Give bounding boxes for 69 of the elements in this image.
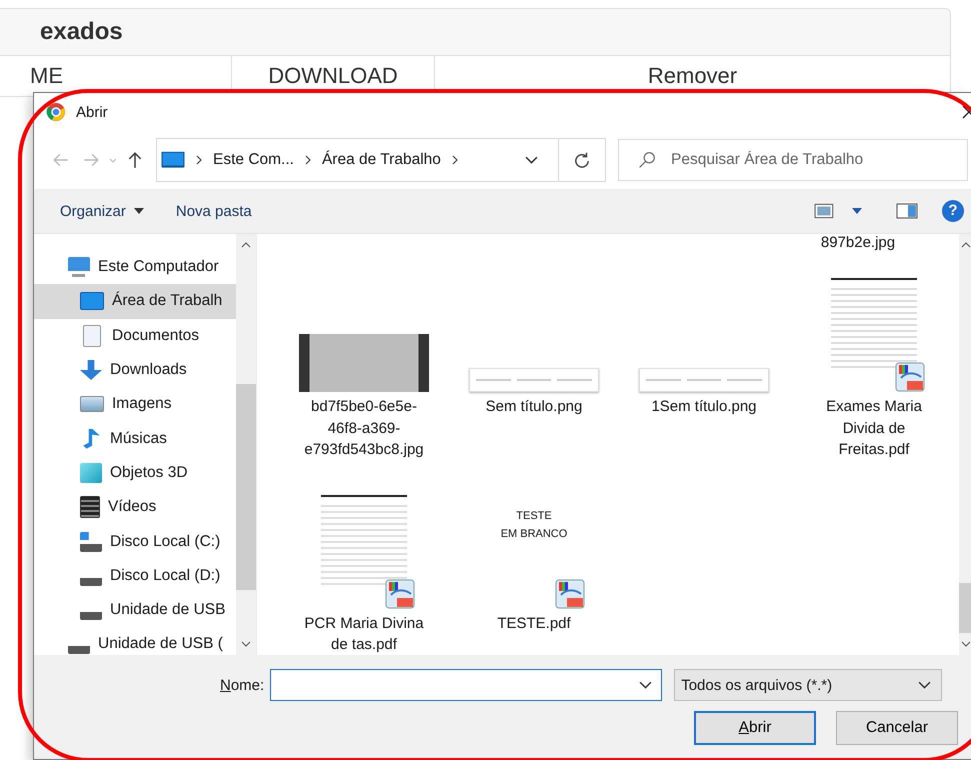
toolbar-button[interactable]: Organizar bbox=[48, 198, 158, 224]
scrollbar-thumb[interactable] bbox=[236, 384, 256, 590]
breadcrumb-item[interactable]: Este Com... bbox=[213, 151, 294, 169]
nav-item[interactable]: Unidade de USB ( bbox=[34, 627, 236, 655]
scrollbar-thumb[interactable] bbox=[959, 583, 971, 633]
scroll-up-icon[interactable] bbox=[241, 242, 251, 248]
file-name-field[interactable] bbox=[270, 669, 662, 701]
file-name[interactable]: Sem título.png bbox=[468, 396, 600, 418]
file-name[interactable]: bd7f5be0-6e5e-46f8-a369-e793fd543bc8.jpg bbox=[298, 396, 430, 460]
objects-icon bbox=[80, 462, 102, 483]
file-name[interactable]: 897b2e.jpg bbox=[773, 234, 943, 254]
pdf-badge-icon bbox=[895, 362, 925, 392]
cancel-button[interactable]: Cancelar bbox=[836, 711, 958, 745]
scroll-down-icon[interactable] bbox=[241, 641, 251, 647]
image-thumbnail[interactable] bbox=[469, 368, 599, 392]
toolbar-button[interactable]: Nova pasta bbox=[164, 198, 266, 224]
videos-icon bbox=[80, 496, 100, 518]
file-name[interactable]: 1Sem título.png bbox=[638, 396, 770, 418]
view-options-icon[interactable] bbox=[814, 202, 836, 220]
pdf-badge-icon bbox=[385, 578, 415, 608]
preview-pane-icon[interactable] bbox=[896, 202, 918, 220]
scroll-down-icon[interactable] bbox=[960, 641, 970, 647]
nav-item[interactable]: Documentos bbox=[34, 318, 236, 353]
scrollbar[interactable] bbox=[236, 234, 256, 655]
desktop-icon bbox=[161, 151, 185, 169]
pdf-badge-icon bbox=[555, 578, 585, 608]
up-arrow-icon[interactable] bbox=[126, 151, 144, 169]
documents-icon bbox=[83, 324, 101, 347]
file-name-label: Nome: bbox=[220, 676, 264, 694]
nav-item[interactable]: Área de Trabalh bbox=[34, 284, 236, 319]
nav-item[interactable]: Vídeos bbox=[34, 490, 236, 524]
chevron-right-icon bbox=[450, 155, 459, 165]
nav-item[interactable]: Downloads bbox=[34, 352, 236, 388]
computer-icon bbox=[68, 257, 90, 278]
search-icon bbox=[638, 151, 656, 169]
help-button[interactable]: ? bbox=[942, 200, 964, 222]
address-bar[interactable]: Este Com... Área de Trabalho bbox=[156, 138, 606, 182]
chevron-right-icon bbox=[304, 155, 312, 165]
photo-placeholder[interactable] bbox=[299, 334, 429, 392]
window-title: Abrir bbox=[76, 104, 108, 120]
chevron-down-icon bbox=[918, 680, 932, 690]
file-name[interactable]: PCR Maria Divina de tas.pdf bbox=[298, 612, 430, 655]
thumbnail-text: TESTE bbox=[516, 510, 552, 522]
section-heading: exados bbox=[40, 18, 123, 46]
caret-icon[interactable] bbox=[852, 208, 862, 214]
desktop-icon bbox=[80, 292, 104, 310]
file-name[interactable]: TESTE.pdf bbox=[468, 612, 600, 634]
file-name[interactable]: Exames Maria Divida de Freitas.pdf bbox=[808, 396, 940, 460]
chevron-down-icon[interactable] bbox=[525, 156, 538, 164]
chevron-down-icon[interactable] bbox=[639, 681, 652, 690]
nav-item[interactable]: Músicas bbox=[34, 421, 236, 456]
file-type-dropdown[interactable]: Todos os arquivos (*.*) bbox=[674, 669, 942, 701]
breadcrumb-item[interactable]: Área de Trabalho bbox=[322, 151, 441, 169]
refresh-icon[interactable] bbox=[573, 151, 591, 169]
browser-icon bbox=[46, 102, 66, 122]
caret-icon bbox=[134, 208, 144, 214]
nav-item[interactable]: Este Computador bbox=[34, 250, 236, 284]
nav-item[interactable]: Objetos 3D bbox=[34, 456, 236, 490]
nav-item[interactable]: Disco Local (C:) bbox=[34, 524, 236, 559]
open-button[interactable]: Abrir bbox=[694, 711, 816, 745]
nav-item[interactable]: Imagens bbox=[34, 387, 236, 422]
image-thumbnail[interactable] bbox=[639, 368, 769, 392]
nav-item[interactable]: Unidade de USB bbox=[34, 592, 236, 628]
scroll-up-icon[interactable] bbox=[960, 242, 970, 248]
chevron-right-icon bbox=[195, 155, 203, 165]
scrollbar[interactable] bbox=[959, 234, 971, 655]
nav-item[interactable]: Disco Local (D:) bbox=[34, 558, 236, 593]
thumbnail-text: EM BRANCO bbox=[500, 528, 568, 540]
pictures-icon bbox=[80, 396, 104, 412]
